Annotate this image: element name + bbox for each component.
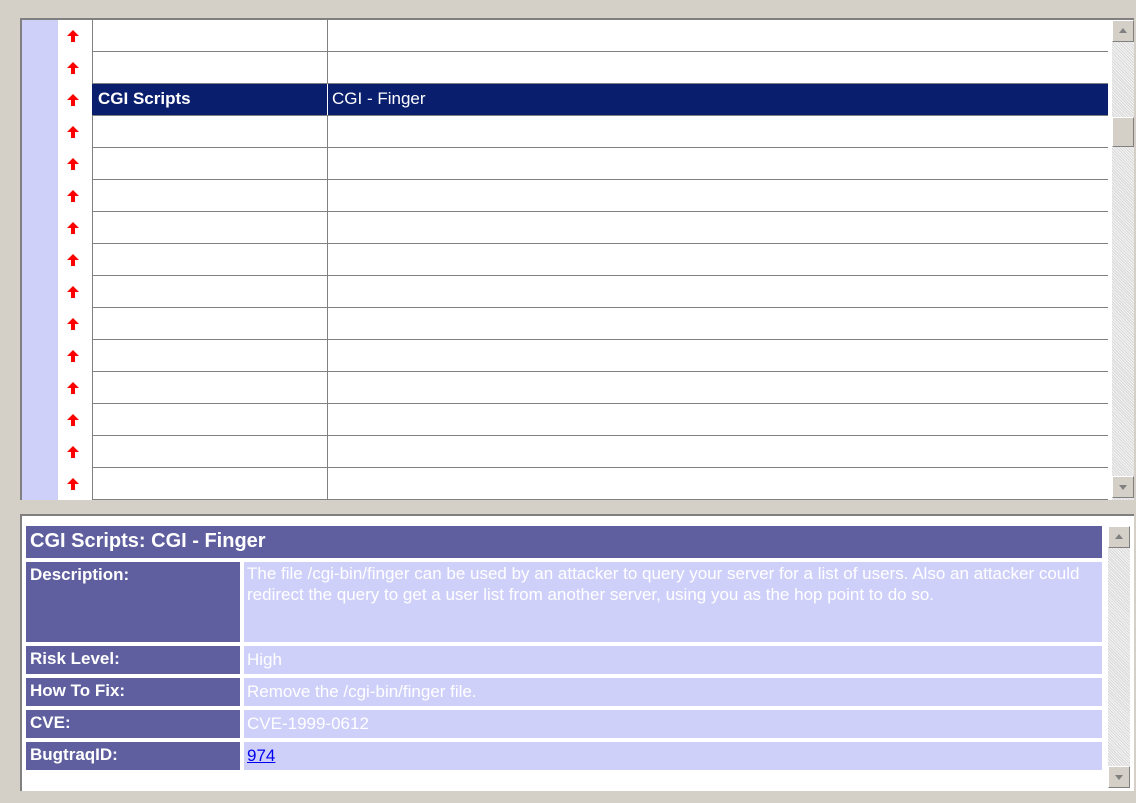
- vulnerability-name-cell: [328, 468, 1108, 499]
- category-cell: CGI Scripts: [92, 84, 328, 115]
- results-list[interactable]: CGI Scripts CGI - Finger: [20, 18, 1134, 500]
- red-up-arrow-icon: [67, 254, 79, 266]
- cve-value: CVE-1999-0612: [244, 710, 1102, 738]
- fix-label: How To Fix:: [26, 678, 240, 706]
- red-up-arrow-icon: [67, 414, 79, 426]
- vulnerability-name-cell: [328, 180, 1108, 211]
- vulnerability-name-cell: [328, 308, 1108, 339]
- category-cell: [92, 52, 328, 83]
- bugtraq-label: BugtraqID:: [26, 742, 240, 770]
- table-row[interactable]: [92, 308, 1108, 340]
- category-cell: [92, 148, 328, 179]
- red-up-arrow-icon: [67, 222, 79, 234]
- category-cell: [92, 212, 328, 243]
- red-up-arrow-icon: [67, 382, 79, 394]
- category-cell: [92, 244, 328, 275]
- category-cell: [92, 436, 328, 467]
- risk-row: Risk Level: High: [26, 646, 1102, 674]
- risk-label: Risk Level:: [26, 646, 240, 674]
- red-up-arrow-icon: [67, 30, 79, 42]
- category-cell: [92, 276, 328, 307]
- table-row[interactable]: [92, 340, 1108, 372]
- table-row[interactable]: [92, 436, 1108, 468]
- category-cell: [92, 180, 328, 211]
- vulnerability-name-cell: [328, 148, 1108, 179]
- risk-value: High: [244, 646, 1102, 674]
- vulnerability-name-cell: [328, 20, 1108, 51]
- red-up-arrow-icon: [67, 62, 79, 74]
- red-up-arrow-icon: [67, 446, 79, 458]
- fix-row: How To Fix: Remove the /cgi-bin/finger f…: [26, 678, 1102, 706]
- vulnerability-name-cell: [328, 436, 1108, 467]
- red-up-arrow-icon: [67, 478, 79, 490]
- category-cell: [92, 404, 328, 435]
- category-cell: [92, 308, 328, 339]
- category-cell: [92, 468, 328, 499]
- table-row[interactable]: [92, 148, 1108, 180]
- results-scrollbar[interactable]: [1112, 20, 1134, 500]
- fix-value: Remove the /cgi-bin/finger file.: [244, 678, 1102, 706]
- table-row[interactable]: [92, 180, 1108, 212]
- details-scroll-down-button[interactable]: [1108, 766, 1130, 788]
- vulnerability-name-cell: CGI - Finger: [332, 89, 426, 108]
- vulnerability-name-cell: [328, 340, 1108, 371]
- vulnerability-name-cell: [328, 244, 1108, 275]
- red-up-arrow-icon: [67, 94, 79, 106]
- details-scroll-up-button[interactable]: [1108, 526, 1130, 548]
- scroll-down-button[interactable]: [1112, 476, 1134, 498]
- table-row[interactable]: CGI Scripts CGI - Finger: [92, 84, 1108, 116]
- row-gutter: [22, 20, 58, 500]
- red-up-arrow-icon: [67, 190, 79, 202]
- description-row: Description: The file /cgi-bin/finger ca…: [26, 562, 1102, 642]
- details-title: CGI Scripts: CGI - Finger: [26, 526, 1102, 558]
- table-row[interactable]: [92, 52, 1108, 84]
- table-row[interactable]: [92, 372, 1108, 404]
- table-row[interactable]: [92, 276, 1108, 308]
- cve-row: CVE: CVE-1999-0612: [26, 710, 1102, 738]
- category-cell: [92, 340, 328, 371]
- red-up-arrow-icon: [67, 126, 79, 138]
- scroll-up-button[interactable]: [1112, 20, 1134, 42]
- table-row[interactable]: [92, 20, 1108, 52]
- description-value: The file /cgi-bin/finger can be used by …: [244, 562, 1102, 642]
- category-cell: [92, 372, 328, 403]
- bugtraq-value: 974: [244, 742, 1102, 770]
- scroll-up-arrow-icon: [1115, 534, 1123, 539]
- vulnerability-name-cell: [328, 116, 1108, 147]
- scroll-down-arrow-icon: [1115, 775, 1123, 780]
- scroll-down-arrow-icon: [1119, 485, 1127, 490]
- bugtraq-row: BugtraqID: 974: [26, 742, 1102, 770]
- cve-label: CVE:: [26, 710, 240, 738]
- table-row[interactable]: [92, 244, 1108, 276]
- table-row[interactable]: [92, 116, 1108, 148]
- category-cell: [92, 20, 328, 51]
- red-up-arrow-icon: [67, 318, 79, 330]
- vulnerability-name-cell: [328, 372, 1108, 403]
- description-label: Description:: [26, 562, 240, 642]
- vulnerability-name-cell: [328, 276, 1108, 307]
- results-grid: CGI Scripts CGI - Finger: [92, 20, 1108, 500]
- table-row[interactable]: [92, 468, 1108, 500]
- red-up-arrow-icon: [67, 286, 79, 298]
- details-scrollbar[interactable]: [1108, 526, 1130, 788]
- risk-icon-column: [58, 20, 92, 500]
- red-up-arrow-icon: [67, 350, 79, 362]
- vulnerability-name-cell: [328, 212, 1108, 243]
- vulnerability-name-cell: [328, 52, 1108, 83]
- details-panel: CGI Scripts: CGI - Finger Description: T…: [20, 514, 1134, 791]
- scroll-up-arrow-icon: [1119, 28, 1127, 33]
- bugtraq-link[interactable]: 974: [247, 746, 275, 765]
- red-up-arrow-icon: [67, 158, 79, 170]
- scroll-thumb[interactable]: [1112, 117, 1134, 147]
- vulnerability-name-cell: [328, 404, 1108, 435]
- table-row[interactable]: [92, 212, 1108, 244]
- category-cell: [92, 116, 328, 147]
- table-row[interactable]: [92, 404, 1108, 436]
